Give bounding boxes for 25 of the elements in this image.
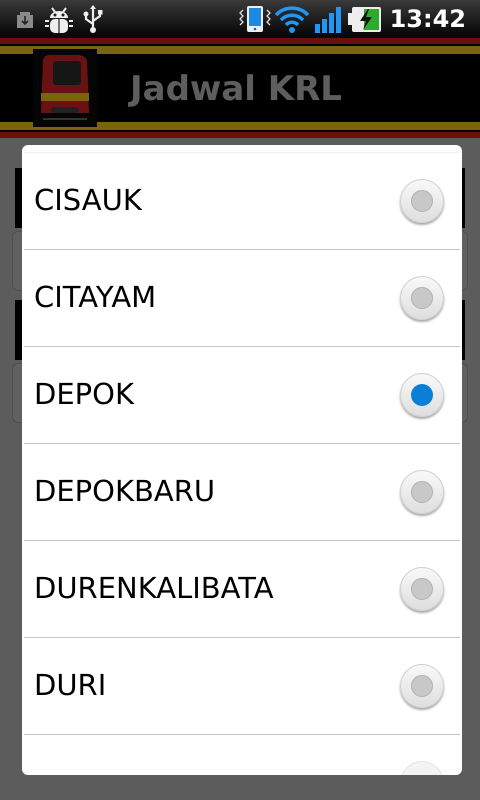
- battery-charging-icon: [348, 4, 382, 34]
- option-row[interactable]: DEPOKBARU: [24, 444, 460, 541]
- option-row[interactable]: DURI: [24, 638, 460, 735]
- option-row[interactable]: DURENKALIBATA: [24, 541, 460, 638]
- option-label: DURENKALIBATA: [34, 570, 274, 608]
- option-label: CITAYAM: [34, 279, 156, 316]
- train-icon: [33, 49, 97, 127]
- radio-button[interactable]: [400, 567, 444, 611]
- option-label: CISAUK: [34, 182, 142, 220]
- radio-button[interactable]: [400, 470, 444, 514]
- radio-button[interactable]: [400, 179, 444, 223]
- app-title: Jadwal KRL: [130, 68, 342, 111]
- option-label: DEPOK: [34, 376, 134, 414]
- option-row[interactable]: CITAYAM: [24, 250, 460, 347]
- option-label: DURI: [34, 667, 106, 704]
- signal-icon: [314, 4, 344, 34]
- radio-button[interactable]: [400, 276, 444, 320]
- option-row[interactable]: CISAUK: [24, 153, 460, 250]
- radio-button[interactable]: [400, 373, 444, 417]
- clock-time: 13:42: [390, 4, 466, 35]
- radio-button[interactable]: [400, 664, 444, 708]
- wifi-icon: [274, 4, 310, 34]
- vibrate-icon: [238, 4, 272, 34]
- option-row[interactable]: DEPOK: [24, 347, 460, 444]
- option-label: DEPOKBARU: [34, 473, 216, 510]
